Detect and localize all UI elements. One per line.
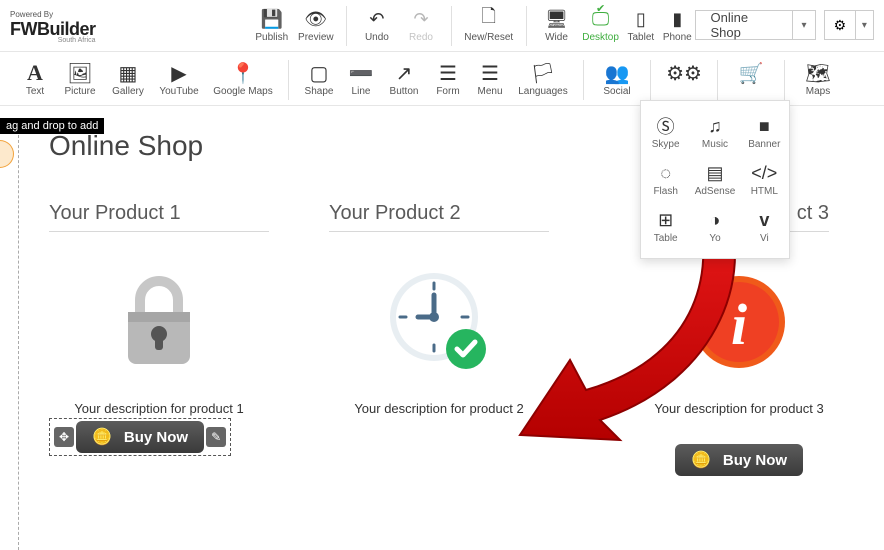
- button-tool[interactable]: ↗Button: [381, 60, 427, 97]
- desktop-button[interactable]: ✔ 🖵 Desktop: [579, 6, 623, 43]
- chevron-down-icon: ▾: [855, 11, 873, 39]
- product-1-image[interactable]: [49, 262, 269, 382]
- banner-icon: ■: [759, 115, 770, 137]
- youtube-icon: ◑: [710, 209, 721, 231]
- logo-powered: Powered By: [10, 10, 96, 19]
- social-tool[interactable]: 👥Social: [592, 60, 642, 97]
- drag-hint: ag and drop to add: [0, 118, 104, 134]
- skype-icon: Ⓢ: [657, 115, 675, 137]
- product-1-desc[interactable]: Your description for product 1: [49, 400, 269, 418]
- eye-icon: 👁: [304, 8, 327, 30]
- menu-tool[interactable]: ☰Menu: [469, 60, 511, 97]
- edit-handle-icon[interactable]: ✎: [206, 427, 226, 447]
- buy-now-button-1[interactable]: 🪙 Buy Now: [76, 421, 204, 453]
- text-icon: A: [27, 62, 43, 84]
- music-icon: ♫: [708, 115, 722, 137]
- redo-button[interactable]: ↷ Redo: [399, 6, 443, 43]
- tablet-icon: ▯: [636, 8, 646, 30]
- gear-icon: ⚙: [825, 17, 855, 34]
- flash-icon: ◌: [660, 162, 671, 184]
- product-1-title[interactable]: Your Product 1: [49, 202, 269, 232]
- table-icon: ⊞: [658, 209, 673, 231]
- selected-element[interactable]: ✥ 🪙 Buy Now ✎: [49, 418, 231, 456]
- youtube-tool[interactable]: ▶YouTube: [152, 60, 206, 97]
- preview-button[interactable]: 👁 Preview: [294, 6, 338, 43]
- banner-tool[interactable]: ■Banner: [740, 109, 789, 156]
- main-toolbar: Powered By FWBuilder South Africa 💾 Publ…: [0, 0, 884, 52]
- youtube-icon: ▶: [171, 62, 186, 84]
- template-select[interactable]: Online Shop ▾: [695, 10, 815, 40]
- redo-icon: ↷: [413, 8, 428, 30]
- undo-button[interactable]: ↶ Undo: [355, 6, 399, 43]
- music-tool[interactable]: ♫Music: [690, 109, 739, 156]
- vimeo-icon: v: [759, 209, 769, 231]
- map-icon: 🗺: [805, 62, 830, 84]
- save-icon: 💾: [261, 8, 283, 30]
- line-tool[interactable]: ➖Line: [341, 60, 381, 97]
- text-tool[interactable]: AText: [14, 60, 56, 97]
- settings-button[interactable]: ⚙ ▾: [824, 10, 874, 40]
- phone-icon: ▮: [672, 8, 682, 30]
- more-gears-tool[interactable]: ⚙⚙: [659, 60, 709, 97]
- line-icon: ➖: [349, 62, 374, 84]
- gears-icon: ⚙⚙: [666, 62, 702, 84]
- skype-tool[interactable]: ⓈSkype: [641, 109, 690, 156]
- form-icon: ☰: [439, 62, 457, 84]
- logo-sub: South Africa: [10, 37, 96, 44]
- googlemaps-tool[interactable]: 📍Google Maps: [206, 60, 280, 97]
- monitor-wide-icon: 🖥: [545, 8, 568, 30]
- check-icon: ✔: [596, 2, 605, 15]
- elements-toolbar: AText 🖼Picture ▦Gallery ▶YouTube 📍Google…: [0, 52, 884, 106]
- move-handle-icon[interactable]: ✥: [54, 427, 74, 447]
- grid-icon: ▦: [119, 62, 138, 84]
- clock-check-icon: [384, 267, 494, 377]
- adsense-tool[interactable]: ▤AdSense: [690, 156, 739, 203]
- code-icon: </>: [751, 162, 777, 184]
- html-tool[interactable]: </>HTML: [740, 156, 789, 203]
- youtube-more-tool[interactable]: ◑Yo: [690, 203, 739, 250]
- languages-tool[interactable]: 🏳Languages: [511, 60, 575, 97]
- vimeo-tool[interactable]: vVi: [740, 203, 789, 250]
- social-icon: 👥: [605, 62, 630, 84]
- table-tool[interactable]: ⊞Table: [641, 203, 690, 250]
- publish-button[interactable]: 💾 Publish: [250, 6, 294, 43]
- shape-tool[interactable]: ▢Shape: [297, 60, 341, 97]
- adsense-icon: ▤: [706, 162, 723, 184]
- gallery-tool[interactable]: ▦Gallery: [104, 60, 152, 97]
- phone-button[interactable]: ▮ Phone: [659, 6, 695, 43]
- product-1[interactable]: Your Product 1 Your description for prod…: [49, 202, 269, 476]
- undo-icon: ↶: [369, 8, 384, 30]
- new-reset-button[interactable]: 🗋 New/Reset: [460, 6, 518, 43]
- menu-icon: ☰: [481, 62, 499, 84]
- wide-button[interactable]: 🖥 Wide: [534, 6, 578, 43]
- button-icon: ↗: [396, 62, 413, 84]
- picture-icon: 🖼: [67, 62, 92, 84]
- cart-tool[interactable]: 🛒: [726, 60, 776, 97]
- lock-icon: [114, 272, 204, 372]
- tablet-button[interactable]: ▯ Tablet: [623, 6, 659, 43]
- template-label: Online Shop: [696, 10, 792, 40]
- coins-icon: 🪙: [92, 427, 112, 447]
- square-icon: ▢: [310, 62, 329, 84]
- file-icon: 🗋: [482, 8, 496, 30]
- cart-icon: 🛒: [739, 62, 764, 84]
- flash-tool[interactable]: ◌Flash: [641, 156, 690, 203]
- form-tool[interactable]: ☰Form: [427, 60, 469, 97]
- languages-icon: 🏳: [530, 62, 555, 84]
- picture-tool[interactable]: 🖼Picture: [56, 60, 104, 97]
- pin-icon: 📍: [231, 62, 256, 84]
- logo: Powered By FWBuilder South Africa: [10, 6, 96, 44]
- maps-tool[interactable]: 🗺Maps: [793, 60, 843, 97]
- chevron-down-icon: ▾: [792, 11, 815, 39]
- more-elements-dropdown: ⓈSkype ♫Music ■Banner ◌Flash ▤AdSense </…: [640, 100, 790, 259]
